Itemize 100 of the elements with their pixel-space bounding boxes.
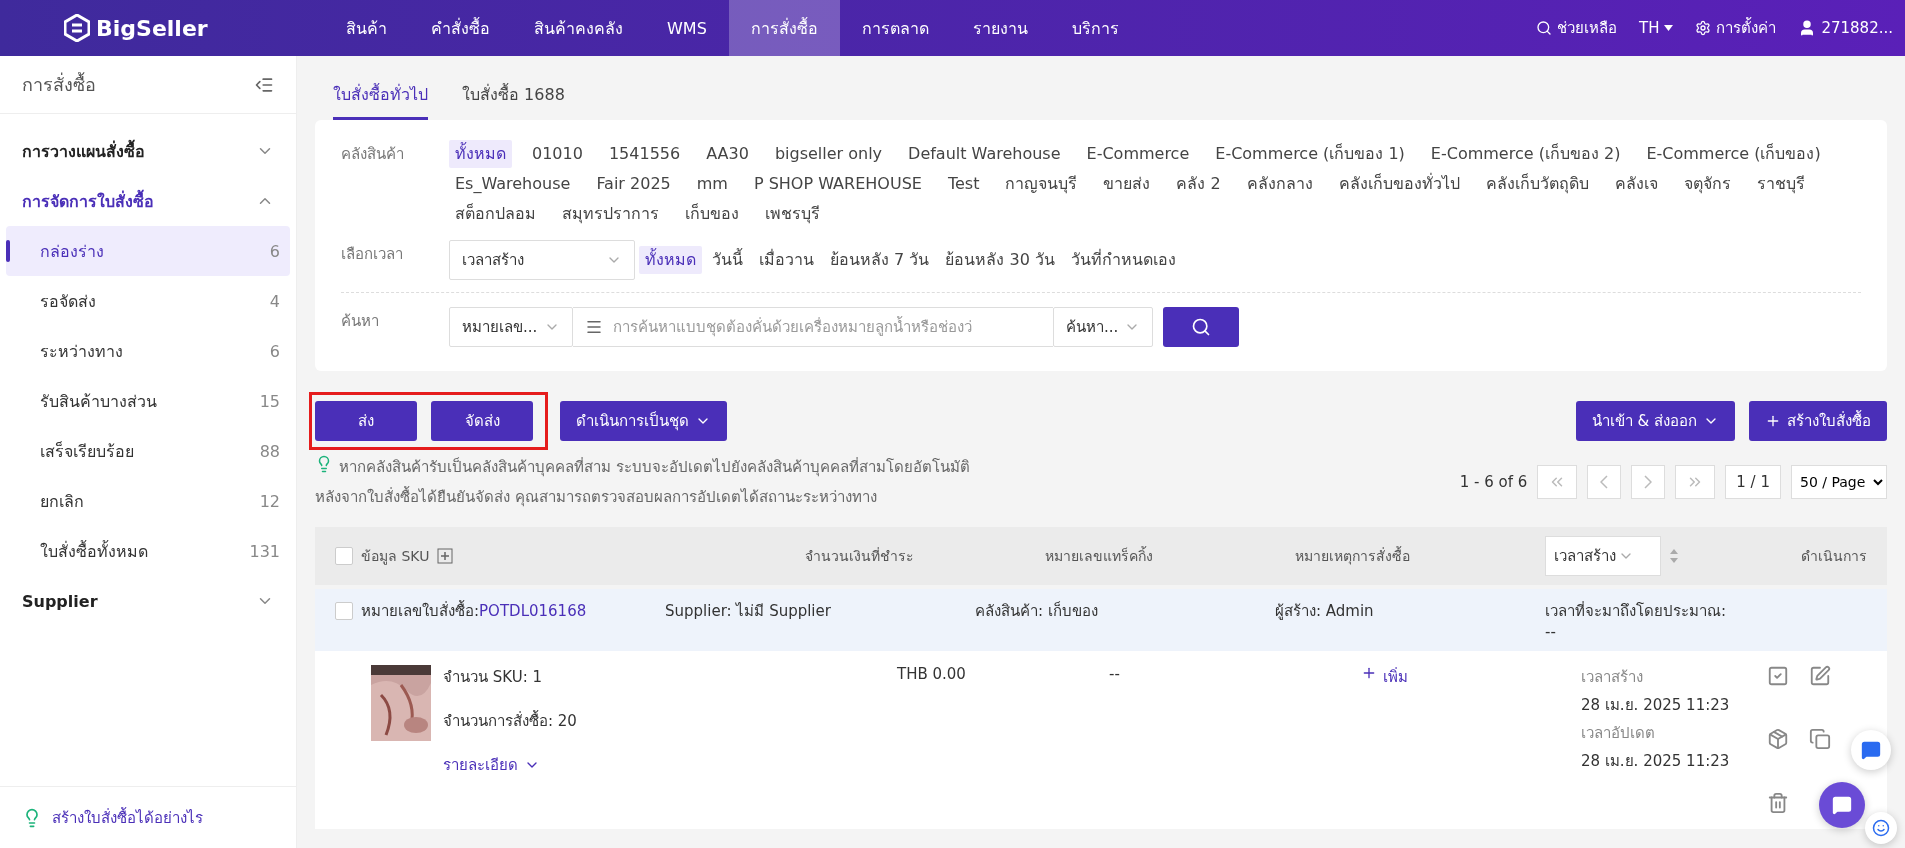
po-number-link[interactable]: POTDL016168: [479, 602, 587, 620]
time-option[interactable]: เมื่อวาน: [753, 246, 820, 274]
warehouse-option[interactable]: bigseller only: [768, 140, 889, 168]
tip-text: หากคลังสินค้ารับเป็นคลังสินค้าบุคคลที่สาม ระบบจะอัปเดตไปยังคลังสินค้าบุคคลที่สามโดยอัตโนมัติ: [339, 456, 970, 479]
time-option[interactable]: ย้อนหลัง 30 วัน: [939, 246, 1061, 274]
sidebar-item[interactable]: กล่องร่าง 6: [6, 226, 290, 276]
warehouse-option[interactable]: 1541556: [602, 140, 687, 168]
sidebar-item[interactable]: เสร็จเรียบร้อย 88: [6, 426, 290, 476]
warehouse-option[interactable]: เพชรบุรี: [759, 200, 826, 228]
sidebar-item[interactable]: รับสินค้าบางส่วน 15: [6, 376, 290, 426]
language-select[interactable]: TH: [1638, 19, 1674, 37]
warehouse-option[interactable]: Es_Warehouse: [449, 170, 577, 198]
search-mode-select[interactable]: ค้นหา...: [1053, 307, 1153, 347]
package-icon[interactable]: [1767, 728, 1789, 751]
page-indicator[interactable]: 1 / 1: [1725, 465, 1781, 499]
warehouse-option[interactable]: E-Commerce: [1080, 140, 1196, 168]
page-size-select[interactable]: 50 / Page: [1791, 465, 1887, 499]
search-field-select[interactable]: หมายเลข...: [449, 307, 573, 347]
user-menu[interactable]: 271882...: [1798, 19, 1893, 37]
warehouse-option[interactable]: E-Commerce (เก็บของ 2): [1424, 140, 1627, 168]
warehouse-option[interactable]: คลังเก็บของทั่วไป: [1332, 170, 1466, 198]
sidebar-item[interactable]: รอจัดส่ง 4: [6, 276, 290, 326]
sort-select[interactable]: เวลาสร้าง: [1545, 536, 1661, 576]
nav-tab[interactable]: บริการ: [1049, 0, 1141, 56]
expand-icon[interactable]: [437, 548, 454, 564]
nav-tab[interactable]: รายงาน: [950, 0, 1050, 56]
creator-text: ผู้สร้าง: Admin: [1275, 601, 1375, 622]
sidebar-group[interactable]: การวางแผนสั่งซื้อ: [0, 126, 296, 176]
confirm-icon[interactable]: [1767, 665, 1789, 687]
checkbox[interactable]: [335, 547, 353, 565]
sidebar-item[interactable]: ระหว่างทาง 6: [6, 326, 290, 376]
time-option[interactable]: วันที่กำหนดเอง: [1064, 246, 1182, 274]
plus-icon: [1765, 413, 1781, 429]
add-note-link[interactable]: เพิ่ม: [1331, 665, 1581, 689]
time-type-select[interactable]: เวลาสร้าง: [449, 240, 635, 280]
sort-icon[interactable]: [1669, 548, 1679, 564]
search-button[interactable]: [1163, 307, 1239, 347]
warehouse-option[interactable]: คลัง 2: [1170, 170, 1227, 198]
warehouse-option[interactable]: 01010: [526, 140, 589, 168]
checkbox[interactable]: [335, 602, 353, 620]
warehouse-option[interactable]: คลังเก็บวัตถุดิบ: [1479, 170, 1595, 198]
search-icon: [1535, 20, 1552, 36]
caret-icon: [1664, 25, 1674, 31]
warehouse-option[interactable]: AA30: [700, 140, 755, 168]
create-button[interactable]: สร้างใบสั่งซื้อ: [1749, 401, 1887, 441]
time-option[interactable]: วันนี้: [706, 246, 749, 274]
sku-count: จำนวน SKU: 1: [443, 667, 544, 688]
warehouse-option[interactable]: ขายส่ง: [1097, 170, 1157, 198]
warehouse-option[interactable]: mm: [690, 170, 734, 198]
chat-icon: [1832, 795, 1852, 815]
warehouse-option[interactable]: Default Warehouse: [902, 140, 1067, 168]
nav-tab[interactable]: สินค้าคงคลัง: [512, 0, 645, 56]
warehouse-option[interactable]: คลังเจ: [1608, 170, 1664, 198]
nav-tab[interactable]: WMS: [645, 0, 729, 56]
warehouse-option[interactable]: P SHOP WAREHOUSE: [747, 170, 928, 198]
import-export-button[interactable]: นำเข้า & ส่งออก: [1575, 401, 1735, 441]
filter-label: เลือกเวลา: [341, 244, 404, 265]
warehouse-option[interactable]: Fair 2025: [590, 170, 677, 198]
nav-tab[interactable]: คำสั่งซื้อ: [409, 0, 512, 56]
warehouse-option[interactable]: E-Commerce (เก็บของ): [1640, 140, 1827, 168]
order-quantity: จำนวนการสั่งซื้อ: 20: [443, 709, 577, 732]
smile-icon: [1872, 819, 1890, 837]
created-time: 28 เม.ย. 2025 11:23: [1581, 695, 1731, 716]
warehouse-option[interactable]: กาญจนบุรี: [999, 170, 1084, 198]
warehouse-option[interactable]: ราชบุรี: [1750, 170, 1811, 198]
help-link[interactable]: ช่วยเหลือ: [1535, 16, 1617, 40]
logo[interactable]: BigSeller: [64, 14, 324, 42]
warehouse-option[interactable]: ทั้งหมด: [449, 140, 512, 168]
nav-tab[interactable]: สินค้า: [324, 0, 409, 56]
warehouse-option[interactable]: Test: [941, 170, 986, 198]
warehouse-option[interactable]: E-Commerce (เก็บของ 1): [1209, 140, 1411, 168]
sidebar-group[interactable]: Supplier: [0, 576, 296, 626]
time-option[interactable]: ย้อนหลัง 7 วัน: [824, 246, 936, 274]
warehouse-option[interactable]: สมุทรปราการ: [556, 200, 665, 228]
help-link[interactable]: สร้างใบสั่งซื้อได้อย่างไร: [52, 805, 203, 830]
smile-button[interactable]: [1865, 812, 1897, 844]
warehouse-option[interactable]: เก็บของ: [679, 200, 745, 228]
sidebar-item[interactable]: ยกเลิก 12: [6, 476, 290, 526]
action-button[interactable]: จัดส่ง: [431, 401, 533, 441]
details-link[interactable]: รายละเอียด: [443, 753, 577, 777]
nav-tab[interactable]: การตลาด: [839, 0, 951, 56]
nav-tab[interactable]: การสั่งซื้อ: [728, 0, 840, 56]
warehouse-text: คลังสินค้า: เก็บของ: [975, 600, 1099, 622]
tab[interactable]: ใบสั่งซื้อ 1688: [462, 82, 565, 120]
settings-link[interactable]: การตั้งค่า: [1695, 16, 1777, 40]
column-header: หมายเหตุการสั่งซื้อ: [1295, 545, 1411, 567]
sidebar-item[interactable]: ใบสั่งซื้อทั้งหมด 131: [6, 526, 290, 576]
column-header: ดำเนินการ: [1800, 547, 1867, 566]
edit-icon[interactable]: [1809, 665, 1831, 687]
warehouse-option[interactable]: คลังกลาง: [1240, 170, 1319, 198]
copy-icon[interactable]: [1809, 728, 1831, 751]
sidebar-group[interactable]: การจัดการใบสั่งซื้อ: [0, 176, 296, 226]
time-option[interactable]: ทั้งหมด: [639, 246, 702, 274]
warehouse-option[interactable]: สต็อกปลอม: [449, 200, 542, 228]
action-button[interactable]: ส่ง: [315, 401, 417, 441]
warehouse-option[interactable]: จตุจักร: [1677, 170, 1737, 198]
batch-button[interactable]: ดำเนินการเป็นชุด: [560, 401, 727, 441]
po-label: หมายเลขใบสั่งซื้อ:POTDL016168: [361, 599, 587, 622]
plus-icon: [1361, 665, 1377, 681]
delete-icon[interactable]: [1767, 791, 1789, 814]
